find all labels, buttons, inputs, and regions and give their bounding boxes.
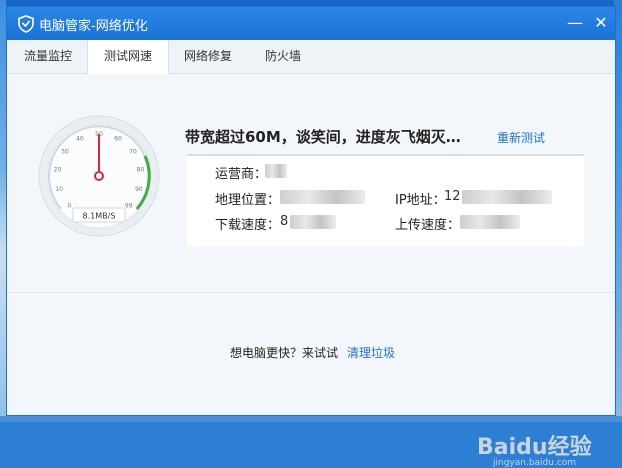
baidu-watermark-url: jingyan.baidu.com bbox=[493, 458, 577, 468]
gauge-tick-label: 70 bbox=[129, 148, 137, 155]
gauge-tick-label: 0 bbox=[67, 203, 71, 210]
gauge-speed-value: 8.1MB/S bbox=[83, 212, 116, 221]
section-divider bbox=[7, 292, 615, 293]
gauge-tick-label: 99 bbox=[125, 203, 133, 210]
clean-junk-link[interactable]: 清理垃圾 bbox=[347, 344, 395, 361]
location-label: 地理位置： bbox=[215, 193, 281, 208]
tab-network-repair[interactable]: 网络修复 bbox=[169, 40, 247, 73]
isp-value-redacted bbox=[265, 164, 287, 178]
minimize-icon[interactable]: — bbox=[563, 12, 587, 34]
gauge-tick-label: 80 bbox=[137, 166, 145, 173]
upload-value-redacted bbox=[460, 215, 520, 229]
ip-value: 12 bbox=[444, 189, 461, 204]
download-label: 下载速度： bbox=[215, 218, 281, 233]
speed-gauge: 010203040506070809099 8.1MB/S bbox=[38, 115, 160, 237]
retest-link[interactable]: 重新测试 bbox=[497, 129, 545, 146]
ip-value-redacted bbox=[462, 190, 552, 204]
gauge-tick-label: 20 bbox=[54, 166, 62, 173]
tab-firewall[interactable]: 防火墙 bbox=[251, 40, 315, 73]
window-title: 电脑管家-网络优化 bbox=[39, 19, 148, 34]
close-icon[interactable]: ✕ bbox=[589, 12, 613, 34]
gauge-tick-label: 40 bbox=[76, 136, 84, 143]
network-optimizer-window: 电脑管家-网络优化 — ✕ 流量监控 测试网速 网络修复 防火墙 0 10 20 30… bbox=[6, 6, 616, 468]
gauge-tick-label: 10 bbox=[55, 186, 63, 193]
download-value-redacted bbox=[290, 215, 336, 229]
speed-up-prompt: 想电脑更快？来试试 bbox=[230, 346, 339, 360]
result-headline: 带宽超过60M，谈笑间，进度灰飞烟灭… bbox=[185, 128, 461, 146]
gauge-tick-label: 30 bbox=[61, 148, 69, 155]
shield-logo-icon bbox=[18, 15, 34, 33]
gauge-tick-label: 60 bbox=[114, 136, 122, 143]
upload-label: 上传速度： bbox=[395, 218, 461, 233]
gauge-tick-label: 90 bbox=[135, 186, 143, 193]
title-bar[interactable]: 电脑管家-网络优化 — ✕ bbox=[7, 7, 615, 40]
network-info-box: 运营商： 地理位置： IP地址： 12 下载速度： 8 上传速度： bbox=[187, 154, 584, 246]
download-value: 8 bbox=[280, 214, 289, 229]
speed-test-panel: 010203040506070809099 8.1MB/S 带宽超过60M，谈笑… bbox=[7, 74, 615, 468]
tab-traffic-monitor[interactable]: 流量监控 bbox=[7, 40, 89, 73]
background-bottom bbox=[0, 416, 622, 422]
isp-label: 运营商： bbox=[215, 167, 268, 182]
tab-speed-test[interactable]: 测试网速 bbox=[87, 40, 169, 74]
tab-bar: 流量监控 测试网速 网络修复 防火墙 bbox=[7, 40, 615, 74]
ip-label: IP地址： bbox=[395, 193, 446, 208]
baidu-watermark: Baidu经验 bbox=[477, 435, 592, 460]
location-value-redacted bbox=[280, 190, 365, 204]
